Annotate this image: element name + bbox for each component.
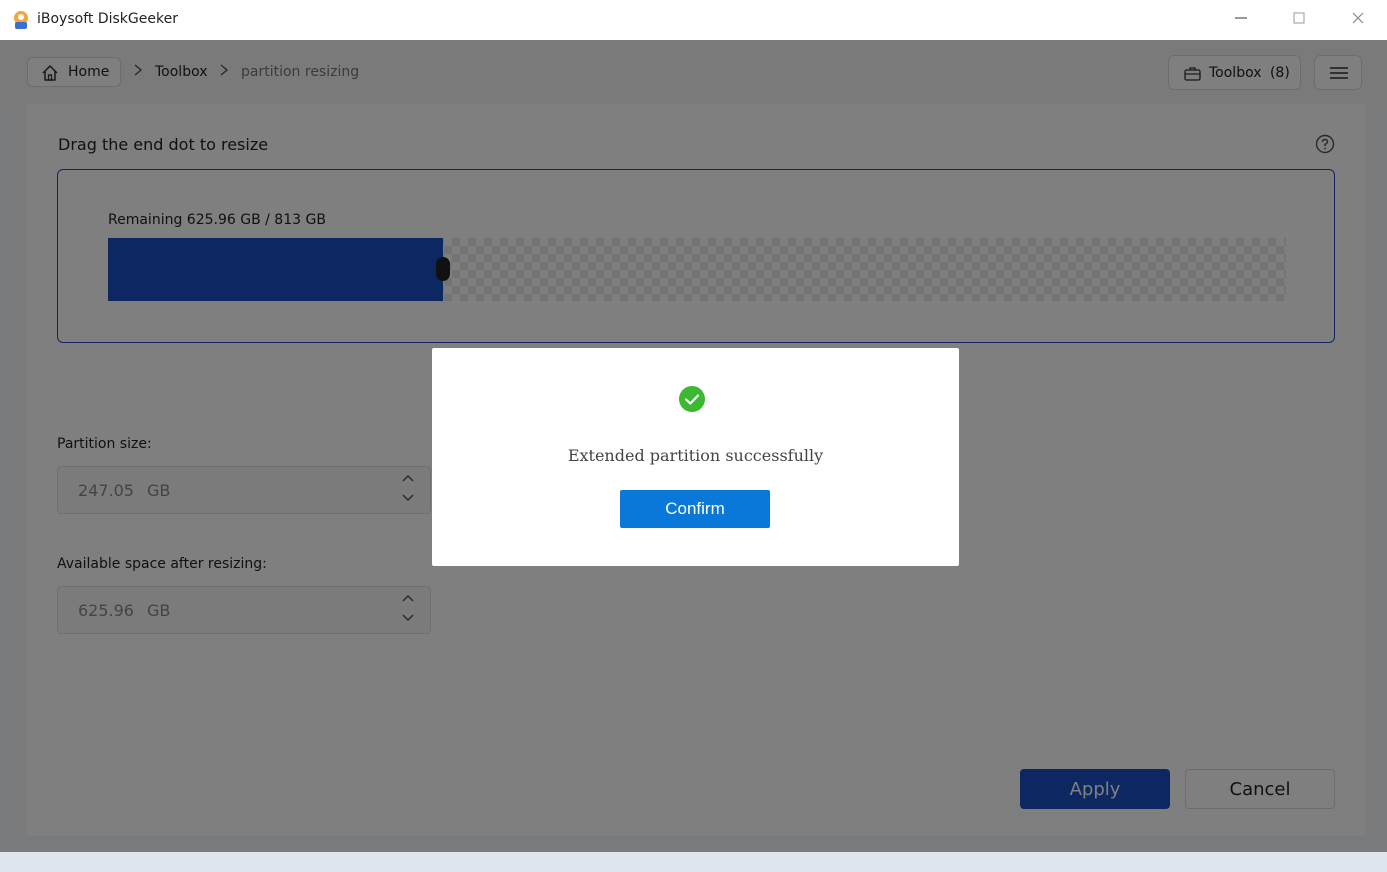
title-bar: iBoysoft DiskGeeker xyxy=(0,0,1387,40)
app-logo-icon xyxy=(14,11,28,29)
confirm-button[interactable]: Confirm xyxy=(620,490,770,528)
success-check-icon xyxy=(679,386,705,412)
app-title: iBoysoft DiskGeeker xyxy=(37,11,178,27)
taskbar xyxy=(0,852,1387,872)
dialog-message: Extended partition successfully xyxy=(567,446,824,465)
maximize-icon[interactable] xyxy=(1287,8,1311,32)
minimize-icon[interactable] xyxy=(1229,8,1253,32)
close-icon[interactable] xyxy=(1346,8,1370,32)
success-dialog: Extended partition successfully Confirm xyxy=(432,348,959,566)
app-window: iBoysoft DiskGeeker Home Toolbox partiti… xyxy=(0,0,1387,852)
